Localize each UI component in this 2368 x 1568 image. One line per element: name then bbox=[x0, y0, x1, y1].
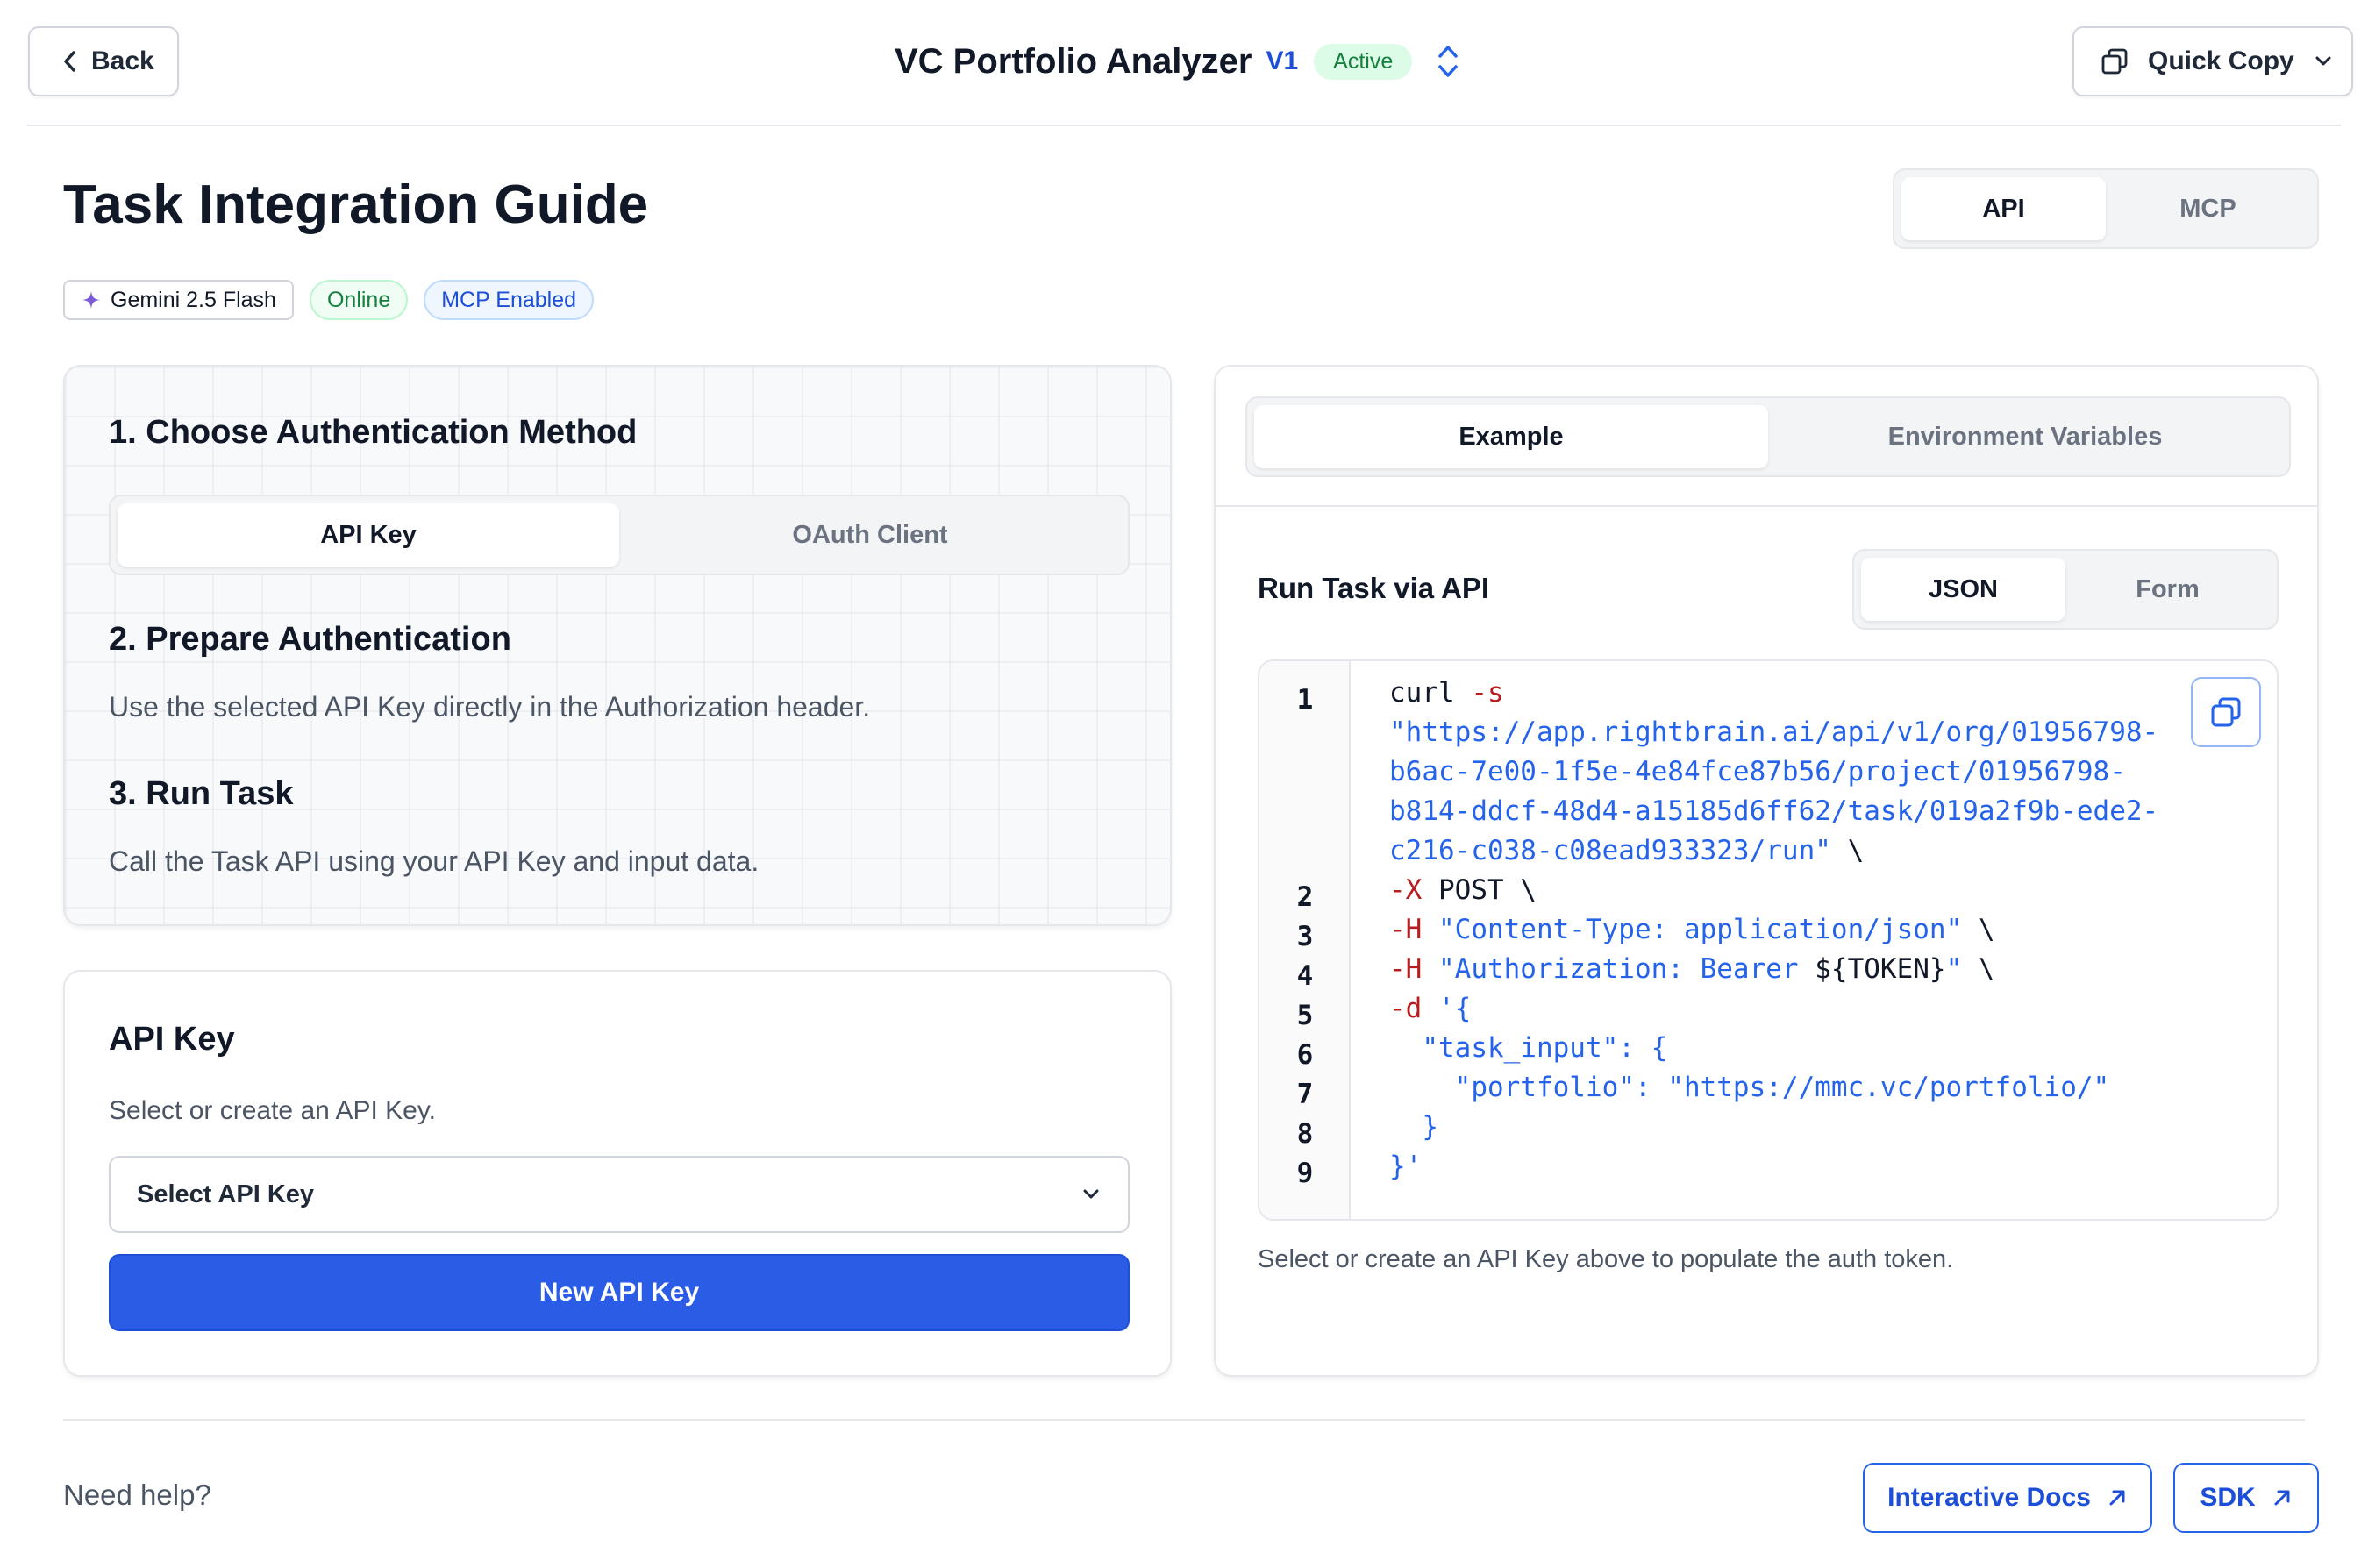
sdk-button[interactable]: SDK bbox=[2173, 1463, 2319, 1533]
code-token: '{ bbox=[1422, 993, 1472, 1024]
code-line-5: -d '{ bbox=[1389, 989, 1471, 1029]
code-token: -H bbox=[1389, 914, 1423, 945]
code-token: ${TOKEN} bbox=[1815, 953, 1946, 985]
line-number: 6 bbox=[1296, 1039, 1314, 1071]
line-number: 4 bbox=[1296, 960, 1314, 992]
code-token: -d bbox=[1389, 993, 1423, 1024]
step2-text: Use the selected API Key directly in the… bbox=[109, 691, 871, 723]
code-line-1-wrap: b6ac-7e00-1f5e-4e84fce87b56/project/0195… bbox=[1389, 756, 2126, 788]
code-line-4: -H "Authorization: Bearer ${TOKEN}" \ bbox=[1389, 950, 1995, 989]
online-badge: Online bbox=[309, 280, 409, 320]
external-link-icon bbox=[2109, 1490, 2125, 1506]
footer-divider bbox=[63, 1419, 2305, 1421]
chevron-left-icon bbox=[64, 51, 75, 72]
help-text: Need help? bbox=[63, 1479, 211, 1511]
line-number: 5 bbox=[1296, 1000, 1314, 1031]
tab-oauth-client[interactable]: OAuth Client bbox=[619, 503, 1121, 567]
code-token: " bbox=[1945, 953, 1963, 985]
api-key-card: API Key Select or create an API Key. Sel… bbox=[63, 970, 1172, 1377]
example-tabs: Example Environment Variables bbox=[1245, 396, 2291, 477]
code-token: "Authorization: Bearer bbox=[1422, 953, 1815, 985]
new-api-key-button[interactable]: New API Key bbox=[109, 1254, 1130, 1331]
quick-copy-button[interactable]: Quick Copy bbox=[2072, 26, 2353, 96]
badge-row: Gemini 2.5 Flash Online MCP Enabled bbox=[63, 280, 595, 320]
run-task-title: Run Task via API bbox=[1258, 572, 1490, 604]
code-line-1: curl -s bbox=[1389, 674, 1504, 713]
tab-example[interactable]: Example bbox=[1254, 405, 1768, 468]
app-title-group: VC Portfolio Analyzer V1 Active bbox=[895, 32, 1461, 91]
line-number-gutter: 1 2 3 4 5 6 7 8 9 bbox=[1259, 661, 1351, 1219]
line-number: 8 bbox=[1296, 1118, 1314, 1150]
status-badge: Active bbox=[1314, 43, 1413, 80]
code-block[interactable]: 1 2 3 4 5 6 7 8 9 curl -s "https://app.r… bbox=[1258, 659, 2279, 1221]
interactive-docs-button[interactable]: Interactive Docs bbox=[1863, 1463, 2152, 1533]
copy-code-button[interactable] bbox=[2191, 677, 2261, 747]
tab-environment-variables[interactable]: Environment Variables bbox=[1768, 405, 2282, 468]
code-token: -H bbox=[1389, 953, 1423, 985]
api-key-select-value: Select API Key bbox=[137, 1180, 315, 1208]
format-tabs: JSON Form bbox=[1852, 549, 2279, 630]
code-line-9: }' bbox=[1389, 1151, 1423, 1182]
line-number: 9 bbox=[1296, 1158, 1314, 1189]
page-title: Task Integration Guide bbox=[63, 175, 649, 235]
step1-title: 1. Choose Authentication Method bbox=[109, 414, 638, 451]
code-line-6: "task_input": { bbox=[1389, 1032, 1668, 1064]
code-line-7: "portfolio": "https://mmc.vc/portfolio/" bbox=[1389, 1072, 2110, 1103]
code-token: c216-c038-c08ead933323/run" bbox=[1389, 835, 1831, 866]
app-title: VC Portfolio Analyzer bbox=[895, 41, 1252, 81]
header-divider bbox=[27, 125, 2341, 126]
model-badge: Gemini 2.5 Flash bbox=[63, 280, 294, 320]
api-key-description: Select or create an API Key. bbox=[109, 1096, 436, 1125]
model-badge-label: Gemini 2.5 Flash bbox=[111, 287, 276, 312]
auth-token-hint: Select or create an API Key above to pop… bbox=[1258, 1245, 1954, 1273]
tab-api[interactable]: API bbox=[1901, 177, 2106, 240]
quick-copy-label: Quick Copy bbox=[2148, 46, 2294, 75]
sdk-label: SDK bbox=[2200, 1483, 2256, 1512]
line-number: 1 bbox=[1296, 684, 1314, 716]
code-line-3: -H "Content-Type: application/json" \ bbox=[1389, 910, 1995, 950]
code-line-1-wrap: c216-c038-c08ead933323/run" \ bbox=[1389, 831, 1864, 871]
code-token: \ bbox=[1830, 835, 1865, 866]
example-card: Example Environment Variables Run Task v… bbox=[1214, 365, 2319, 1377]
auth-method-tabs: API Key OAuth Client bbox=[109, 495, 1130, 575]
code-token: "Content-Type: application/json" bbox=[1422, 914, 1963, 945]
step2-title: 2. Prepare Authentication bbox=[109, 621, 511, 658]
back-label: Back bbox=[91, 46, 154, 75]
code-token: -s bbox=[1471, 677, 1504, 709]
line-number: 7 bbox=[1296, 1079, 1314, 1110]
external-link-icon bbox=[2274, 1490, 2290, 1506]
step3-text: Call the Task API using your API Key and… bbox=[109, 845, 760, 877]
sparkle-icon bbox=[82, 291, 100, 309]
api-key-title: API Key bbox=[109, 1021, 235, 1058]
tab-json[interactable]: JSON bbox=[1861, 558, 2065, 621]
version-switcher-icon[interactable] bbox=[1435, 42, 1461, 81]
tab-mcp[interactable]: MCP bbox=[2106, 177, 2310, 240]
example-divider bbox=[1216, 505, 2317, 507]
copy-icon bbox=[2101, 48, 2128, 75]
code-token: \ bbox=[1962, 953, 1995, 985]
code-line-2: -X POST \ bbox=[1389, 871, 1537, 910]
mcp-badge: MCP Enabled bbox=[424, 280, 595, 320]
copy-icon bbox=[2211, 697, 2241, 727]
code-line-1-wrap: b814-ddcf-48d4-a15185d6ff62/task/019a2f9… bbox=[1389, 795, 2159, 827]
code-token: POST \ bbox=[1422, 874, 1537, 906]
back-button[interactable]: Back bbox=[28, 26, 179, 96]
chevron-down-icon bbox=[1083, 1189, 1099, 1199]
code-line-8: } bbox=[1389, 1111, 1438, 1143]
step3-title: 3. Run Task bbox=[109, 775, 294, 812]
code-token: curl bbox=[1389, 677, 1472, 709]
line-number: 2 bbox=[1296, 881, 1314, 913]
mode-tabs: API MCP bbox=[1893, 168, 2319, 249]
code-line-1-wrap: "https://app.rightbrain.ai/api/v1/org/01… bbox=[1389, 716, 2159, 748]
chevron-down-icon bbox=[2315, 56, 2331, 66]
code-token: \ bbox=[1962, 914, 1995, 945]
api-key-select[interactable]: Select API Key bbox=[109, 1156, 1130, 1233]
tab-form[interactable]: Form bbox=[2065, 558, 2270, 621]
guide-card: 1. Choose Authentication Method API Key … bbox=[63, 365, 1172, 926]
code-token: -X bbox=[1389, 874, 1423, 906]
tab-api-key[interactable]: API Key bbox=[118, 503, 619, 567]
line-number: 3 bbox=[1296, 921, 1314, 952]
interactive-docs-label: Interactive Docs bbox=[1887, 1483, 2091, 1512]
version-label: V1 bbox=[1266, 46, 1299, 75]
